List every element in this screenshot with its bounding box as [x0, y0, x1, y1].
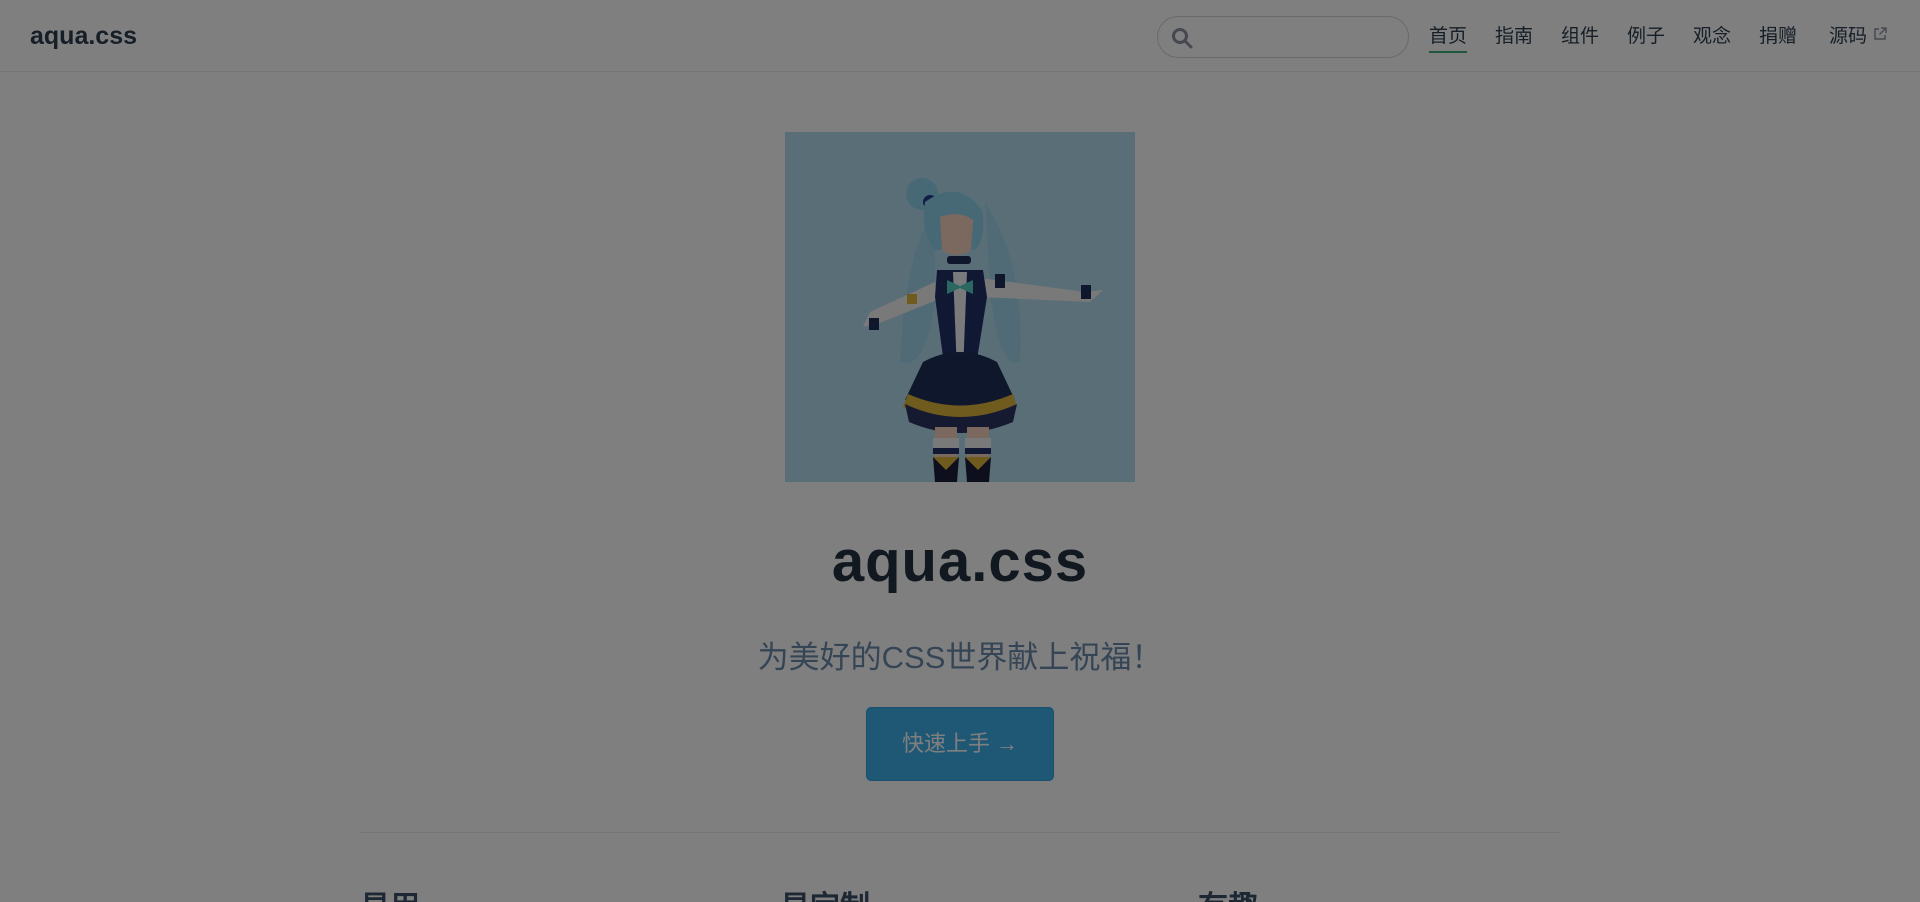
- nav-link-donate[interactable]: 捐赠: [1759, 24, 1797, 50]
- search-box[interactable]: [1157, 16, 1409, 58]
- feature-title: 易定制: [780, 882, 870, 902]
- aqua-character-illustration: [863, 178, 1103, 482]
- nav-link-source[interactable]: 源码: [1829, 24, 1887, 50]
- hero-image: [785, 132, 1135, 482]
- site-brand[interactable]: aqua.css: [30, 22, 137, 51]
- search-input[interactable]: [1200, 23, 1395, 51]
- get-started-button[interactable]: 快速上手 →: [866, 707, 1054, 781]
- navbar: aqua.css 首页 指南 组件 例子 观念 捐赠 源码: [0, 0, 1920, 72]
- nav-link-guide[interactable]: 指南: [1495, 24, 1533, 50]
- nav-link-components[interactable]: 组件: [1561, 24, 1599, 50]
- search-icon: [1172, 28, 1193, 49]
- hero-title: aqua.css: [831, 529, 1089, 594]
- external-link-icon: [1874, 27, 1887, 40]
- hero-description: 为美好的CSS世界献上祝福！: [757, 640, 1163, 675]
- feature-title: 易用: [360, 882, 420, 902]
- nav-link-examples[interactable]: 例子: [1627, 24, 1665, 50]
- nav-link-home[interactable]: 首页: [1429, 24, 1468, 53]
- feature-title: 有趣: [1198, 882, 1258, 902]
- nav-link-source-label: 源码: [1829, 26, 1868, 47]
- nav-link-concepts[interactable]: 观念: [1693, 24, 1731, 50]
- section-divider: [360, 832, 1560, 833]
